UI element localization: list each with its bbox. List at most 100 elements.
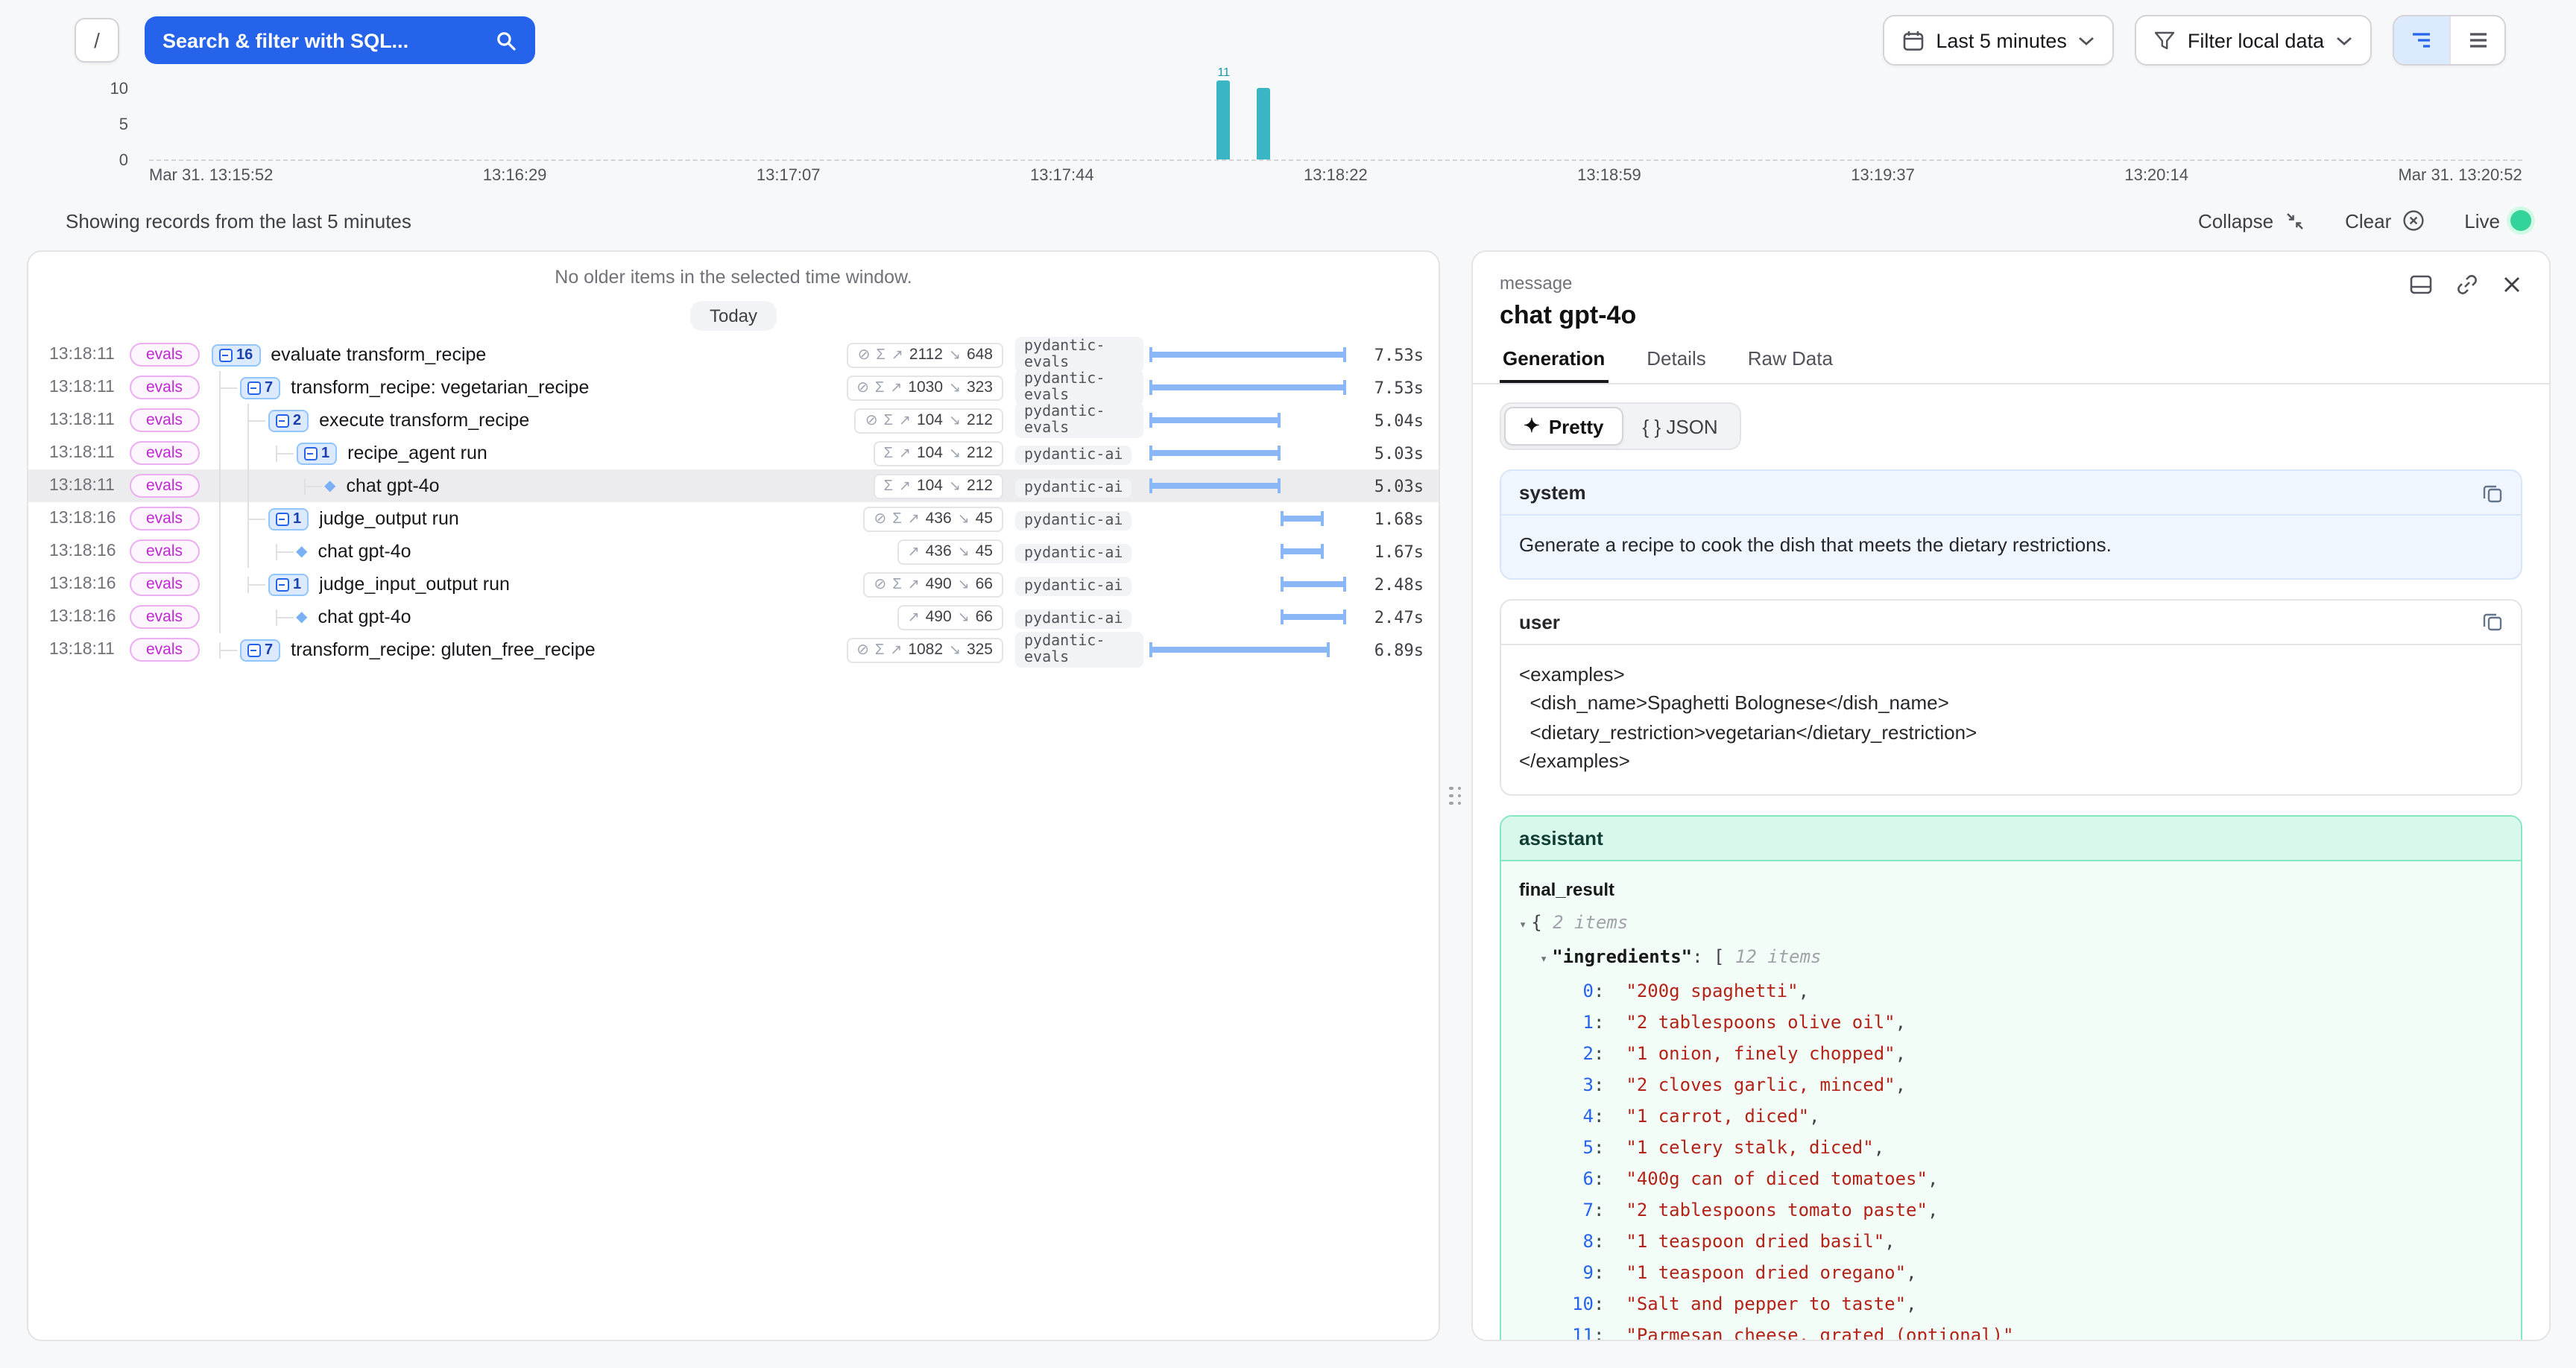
json-punct: , — [1884, 1230, 1895, 1251]
tokens-in-arrow-icon: ↗ — [908, 609, 920, 625]
row-tree-cell: 16evaluate transform_recipe — [208, 338, 847, 371]
tree-connector-line — [247, 519, 265, 520]
tab-generation[interactable]: Generation — [1500, 347, 1608, 383]
collapse-button[interactable]: Collapse — [2198, 209, 2306, 232]
main-split: No older items in the selected time wind… — [27, 250, 2551, 1341]
evals-badge: evals — [130, 539, 199, 563]
trace-row[interactable]: 13:18:16evals1judge_input_output run⊘Σ↗4… — [28, 568, 1439, 601]
duration-bar — [1281, 581, 1346, 587]
dock-panel-icon[interactable] — [2409, 273, 2433, 297]
trace-rows: 13:18:11evals16evaluate transform_recipe… — [28, 338, 1439, 666]
duration-bar-track — [1149, 404, 1346, 437]
expand-toggle[interactable]: 16 — [211, 343, 260, 366]
trace-row[interactable]: 13:18:11evals2execute transform_recipe⊘Σ… — [28, 404, 1439, 437]
json-string-value: "400g can of diced tomatoes" — [1626, 1168, 1928, 1188]
span-label: judge_output run — [319, 508, 459, 529]
tab-raw-data[interactable]: Raw Data — [1745, 347, 1836, 383]
copy-button[interactable] — [2482, 611, 2503, 632]
search-placeholder: Search & filter with SQL... — [162, 29, 408, 51]
y-tick-label: 0 — [83, 152, 140, 170]
json-punct: : — [1594, 1011, 1626, 1032]
trace-row[interactable]: 13:18:16evals1judge_output run⊘Σ↗436↘45p… — [28, 502, 1439, 535]
trace-row[interactable]: 13:18:11evals7transform_recipe: gluten_f… — [28, 633, 1439, 666]
clear-circle-x-icon — [2402, 209, 2425, 232]
tab-details[interactable]: Details — [1644, 347, 1709, 383]
span-label: execute transform_recipe — [319, 410, 529, 431]
user-card-header: user — [1501, 600, 2521, 645]
chart-bar-label: 11 — [1217, 66, 1230, 79]
search-button[interactable]: Search & filter with SQL... — [145, 16, 535, 64]
json-toggle-button[interactable]: { } JSON — [1623, 407, 1737, 446]
child-count: 1 — [293, 510, 301, 527]
trace-row[interactable]: 13:18:16evals◆chat gpt-4o↗490↘66pydantic… — [28, 601, 1439, 633]
x-tick-label: 13:17:07 — [757, 167, 821, 185]
stats-chip: ⊘Σ↗1082↘325 — [846, 637, 1003, 662]
view-toggle-list-button[interactable] — [2449, 16, 2504, 64]
json-string-value: "2 cloves garlic, minced" — [1626, 1074, 1895, 1095]
drag-handle-icon[interactable] — [1450, 787, 1462, 805]
trace-row[interactable]: 13:18:16evals◆chat gpt-4o↗436↘45pydantic… — [28, 535, 1439, 568]
tree-connector-line — [218, 650, 236, 651]
expand-toggle[interactable]: 1 — [296, 442, 337, 464]
json-label: { } JSON — [1643, 415, 1718, 437]
duration-bar-track — [1149, 535, 1346, 568]
expand-toggle[interactable]: 2 — [268, 409, 309, 431]
row-timestamp: 13:18:16 — [49, 542, 130, 560]
chart-bar[interactable] — [1257, 88, 1271, 159]
trace-row[interactable]: 13:18:11evals7transform_recipe: vegetari… — [28, 371, 1439, 404]
slash-shortcut-key[interactable]: / — [75, 18, 119, 63]
slash-key-glyph: / — [94, 28, 100, 52]
x-tick-label: 13:20:14 — [2124, 167, 2188, 185]
expand-toggle[interactable]: 7 — [239, 639, 280, 661]
child-count: 7 — [265, 642, 273, 658]
trace-row[interactable]: 13:18:11evals1recipe_agent runΣ↗104↘212p… — [28, 437, 1439, 469]
chart-bar[interactable]: 11 — [1217, 80, 1231, 159]
evals-badge: evals — [130, 572, 199, 596]
json-punct: , — [1895, 1074, 1906, 1095]
tokens-out-arrow-icon: ↘ — [958, 510, 970, 527]
tree-connector-line — [275, 551, 293, 553]
row-tree-cell: 2 execute transform_recipe — [208, 404, 855, 437]
no-exception-icon: ⊘ — [856, 379, 869, 396]
duration-text: 7.53s — [1355, 345, 1424, 364]
json-punct: , — [1895, 1042, 1906, 1063]
row-tree-cell: ◆chat gpt-4o — [208, 601, 897, 633]
top-bar-right: Last 5 minutes Filter local data — [1882, 15, 2506, 66]
caret-down-icon[interactable]: ▾ — [1540, 951, 1547, 966]
json-string-value: "Salt and pepper to taste" — [1626, 1293, 1906, 1314]
clear-button[interactable]: Clear — [2345, 209, 2425, 232]
sigma-aggregate-icon: Σ — [875, 379, 884, 396]
copy-link-icon[interactable] — [2455, 273, 2479, 297]
time-range-select[interactable]: Last 5 minutes — [1882, 15, 2115, 66]
trace-row[interactable]: 13:18:11evals16evaluate transform_recipe… — [28, 338, 1439, 371]
close-icon[interactable] — [2501, 274, 2522, 295]
expand-toggle[interactable]: 7 — [239, 376, 280, 399]
view-toggle-tree-button[interactable] — [2394, 16, 2449, 64]
row-tree-cell: 7transform_recipe: gluten_free_recipe — [208, 633, 846, 666]
copy-button[interactable] — [2482, 482, 2503, 503]
duration-text: 2.47s — [1355, 607, 1424, 627]
package-tag-cell: pydantic-ai — [1015, 505, 1143, 532]
expand-toggle[interactable]: 1 — [268, 573, 309, 595]
tree-guide-line — [218, 568, 220, 601]
json-tree-row: ▾{ 2 items — [1519, 907, 2503, 941]
duration-bar-track — [1149, 437, 1346, 469]
tokens-in-arrow-icon: ↗ — [899, 478, 911, 494]
duration-bar — [1149, 384, 1346, 390]
tree-guide-line — [218, 535, 220, 568]
status-bar-controls: Collapse Clear Live — [2198, 209, 2531, 232]
expand-toggle[interactable]: 1 — [268, 507, 309, 530]
panel-splitter[interactable] — [1440, 250, 1471, 1341]
json-string-value: "2 tablespoons olive oil" — [1626, 1011, 1895, 1032]
x-tick-label: 13:16:29 — [483, 167, 547, 185]
tokens-in-count: 104 — [917, 411, 943, 429]
trace-row[interactable]: 13:18:11evals◆chat gpt-4oΣ↗104↘212pydant… — [28, 469, 1439, 502]
json-tree-row: ▾"ingredients": [ 12 items — [1519, 941, 2503, 975]
package-tag: pydantic-evals — [1015, 631, 1143, 667]
pretty-toggle-button[interactable]: ✦ Pretty — [1504, 407, 1623, 446]
filter-local-data-select[interactable]: Filter local data — [2135, 15, 2372, 66]
tree-connector-line — [247, 420, 265, 422]
live-toggle[interactable]: Live — [2464, 209, 2531, 232]
json-index: 0 — [1564, 975, 1594, 1007]
caret-down-icon[interactable]: ▾ — [1519, 917, 1527, 932]
